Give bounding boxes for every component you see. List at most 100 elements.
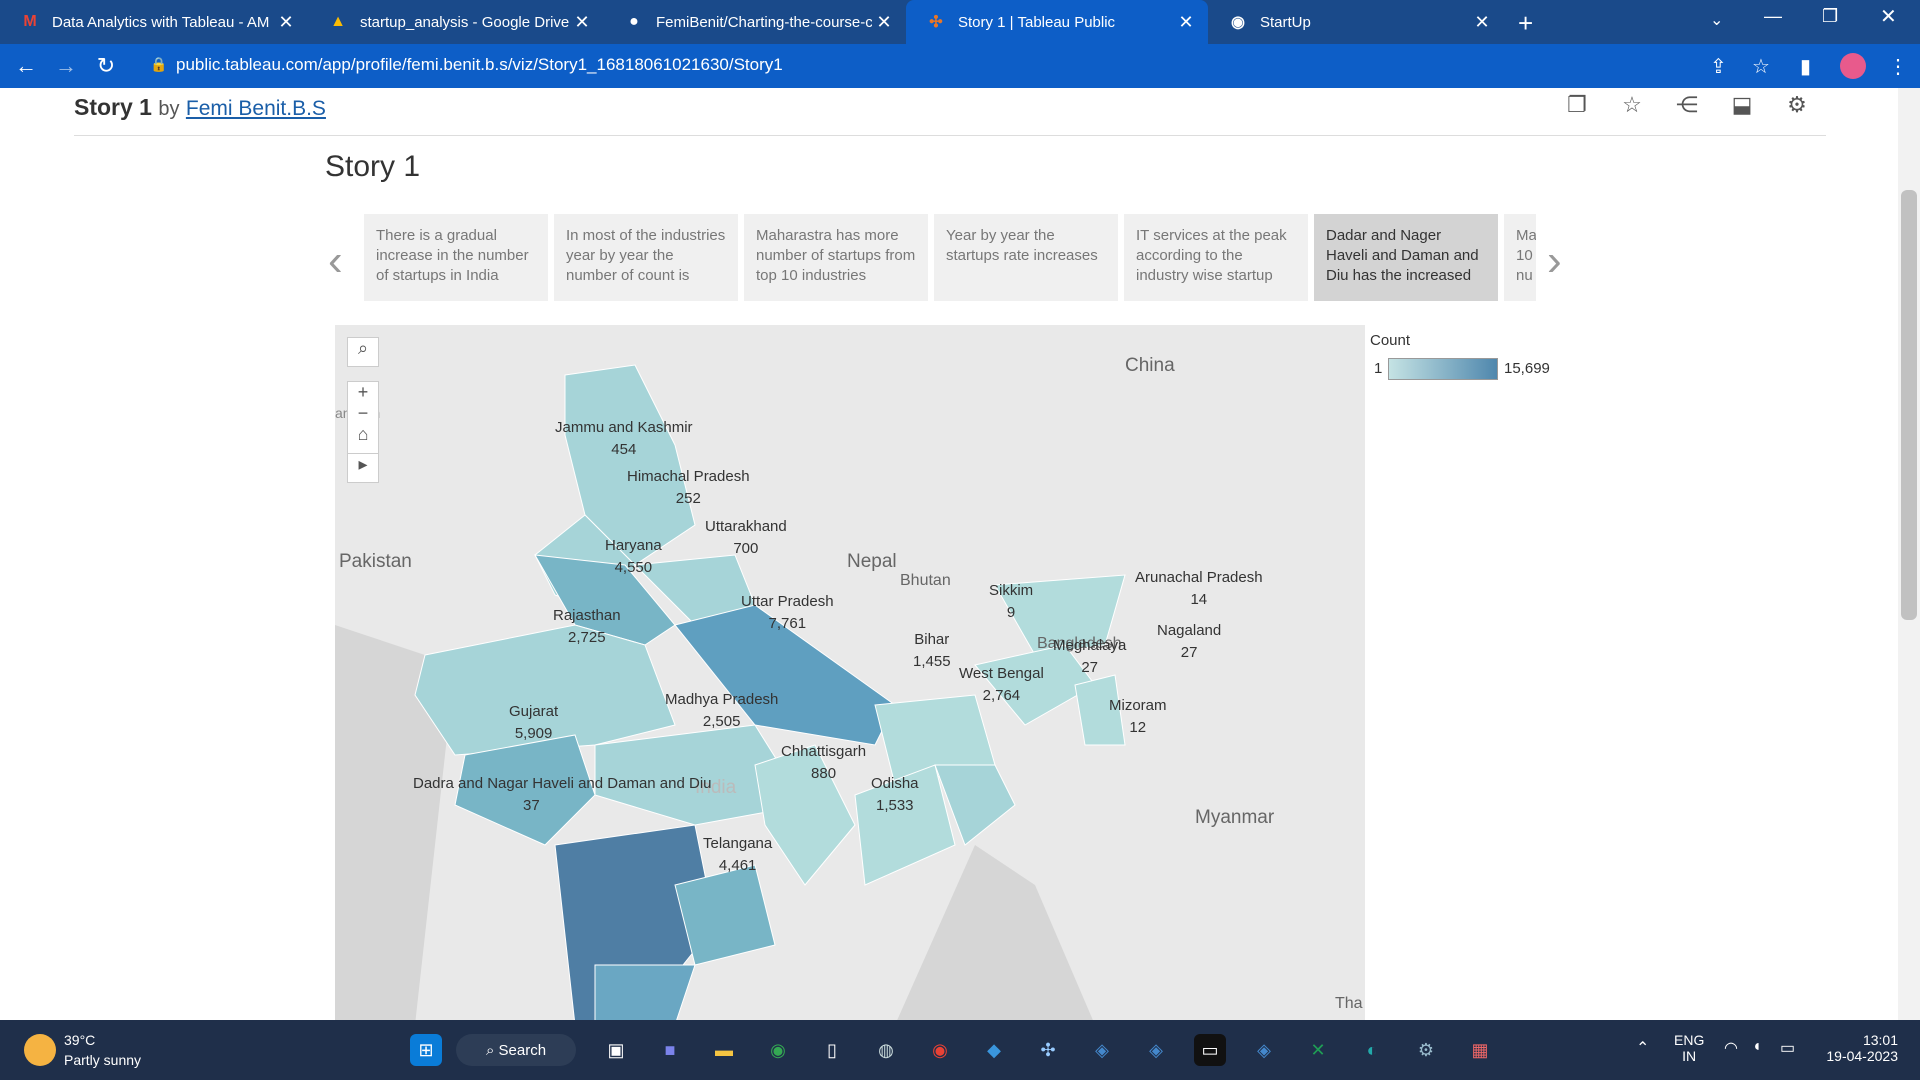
country-label: Nepal <box>847 551 897 572</box>
zoom-in-icon[interactable]: + <box>348 382 378 403</box>
close-icon[interactable]: ✕ <box>274 12 298 33</box>
country-label: China <box>1125 355 1175 376</box>
state-label: Dadra and Nagar Haveli and Daman and Diu… <box>413 775 712 814</box>
gmail-icon: M <box>23 13 37 30</box>
steam-icon[interactable]: ◍ <box>870 1034 902 1066</box>
new-tab-button[interactable]: + <box>1518 8 1533 39</box>
story-point[interactable]: IT services at the peak according to the… <box>1124 214 1308 301</box>
tray-chevron-icon[interactable]: ⌃ <box>1636 1038 1649 1058</box>
settings-icon[interactable]: ⚙ <box>1410 1034 1442 1066</box>
taskbar-search[interactable]: ⌕ Search <box>456 1034 576 1066</box>
forward-icon[interactable]: → <box>52 52 80 80</box>
share-icon[interactable]: ⇪ <box>1710 54 1727 79</box>
story-point[interactable]: Ma 10 nu <box>1504 214 1536 301</box>
state-label: Rajasthan 2,725 <box>553 607 621 646</box>
state-label: Jammu and Kashmir 454 <box>555 419 693 458</box>
lock-icon: 🔒 <box>150 56 168 72</box>
wifi-icon[interactable]: ◠ <box>1724 1038 1738 1058</box>
story-point-active[interactable]: Dadar and Nager Haveli and Daman and Diu… <box>1314 214 1498 301</box>
avatar[interactable] <box>1840 53 1866 79</box>
github-icon: ● <box>629 13 639 30</box>
back-icon[interactable]: ← <box>12 52 40 80</box>
reload-icon[interactable]: ↻ <box>92 52 120 80</box>
close-icon[interactable]: ✕ <box>570 12 594 33</box>
state-label: Uttarakhand 700 <box>705 518 787 557</box>
globe-icon: ◉ <box>1231 14 1245 31</box>
page-content: Story 1 by Femi Benit.B.S ❐ ☆ ⋲ ⬓ ⚙ Stor… <box>0 88 1920 1020</box>
weather-icon <box>24 1034 56 1066</box>
state-label: Sikkim 9 <box>989 582 1034 621</box>
app-icon[interactable]: ◈ <box>1248 1034 1280 1066</box>
state-label: Uttar Pradesh 7,761 <box>741 593 834 632</box>
state-label: Odisha 1,533 <box>871 775 919 814</box>
legend-max: 15,699 <box>1504 360 1550 377</box>
next-story-arrow[interactable]: › <box>1547 236 1562 286</box>
share-icon[interactable]: ⋲ <box>1672 92 1702 122</box>
download-icon[interactable]: ⬓ <box>1727 92 1757 122</box>
state-label: Himachal Pradesh 252 <box>627 468 750 507</box>
favorite-icon[interactable]: ☆ <box>1617 92 1647 122</box>
tab-drive[interactable]: ▲ startup_analysis - Google Drive ✕ <box>308 0 604 44</box>
menu-icon[interactable]: ⋮ <box>1888 54 1908 79</box>
zoom-out-icon[interactable]: − <box>348 403 378 424</box>
author-link[interactable]: Femi Benit.B.S <box>186 97 326 120</box>
state-label: Arunachal Pradesh 14 <box>1135 569 1263 608</box>
battery-icon[interactable]: ▭ <box>1780 1038 1795 1058</box>
restore-button[interactable]: ❐ <box>1822 6 1838 27</box>
url-field[interactable]: public.tableau.com/app/profile/femi.beni… <box>176 55 783 75</box>
tab-search-icon[interactable]: ⌄ <box>1710 10 1723 30</box>
story-point[interactable]: In most of the industries year by year t… <box>554 214 738 301</box>
home-icon[interactable]: ⌂ <box>348 424 378 445</box>
close-icon[interactable]: ✕ <box>1470 12 1494 33</box>
side-panel-icon[interactable]: ▮ <box>1800 54 1811 79</box>
tab-tableau[interactable]: ✣ Story 1 | Tableau Public ✕ <box>906 0 1208 44</box>
india-map[interactable]: China Pakistan Nepal Bangladesh Myanmar … <box>335 325 1365 1020</box>
teams-icon[interactable]: ■ <box>654 1034 686 1066</box>
copy-icon[interactable]: ❐ <box>1562 92 1592 122</box>
story-point[interactable]: Year by year the startups rate increases <box>934 214 1118 301</box>
file-explorer-icon[interactable]: ▬ <box>708 1034 740 1066</box>
edge-icon[interactable]: ◐ <box>1356 1034 1388 1066</box>
clock[interactable]: 13:01 19-04-2023 <box>1818 1032 1898 1064</box>
volume-icon[interactable]: ◖ <box>1752 1038 1762 1056</box>
country-label: Tha <box>1335 995 1363 1012</box>
app-icon[interactable]: ◈ <box>1140 1034 1172 1066</box>
legend-min: 1 <box>1374 360 1383 377</box>
settings-icon[interactable]: ⚙ <box>1782 92 1812 122</box>
story-point[interactable]: Maharastra has more number of startups f… <box>744 214 928 301</box>
app-icon[interactable]: ✣ <box>1032 1034 1064 1066</box>
vscode-icon[interactable]: ◆ <box>978 1034 1010 1066</box>
app-icon[interactable]: ▦ <box>1464 1034 1496 1066</box>
pan-icon[interactable]: ▸ <box>347 453 379 483</box>
state-label: West Bengal 2,764 <box>959 665 1044 704</box>
country-label: Pakistan <box>339 551 412 572</box>
country-label: Bhutan <box>900 572 951 589</box>
windows-start-icon[interactable]: ⊞ <box>410 1034 442 1066</box>
terminal-icon[interactable]: ▭ <box>1194 1034 1226 1066</box>
bookmark-star-icon[interactable]: ☆ <box>1752 54 1770 79</box>
app-icon[interactable]: ◈ <box>1086 1034 1118 1066</box>
excel-icon[interactable]: ✕ <box>1302 1034 1334 1066</box>
state-label: Madhya Pradesh 2,505 <box>665 691 779 730</box>
language-indicator[interactable]: ENG IN <box>1674 1032 1704 1064</box>
tab-startup[interactable]: ◉ StartUp ✕ <box>1208 0 1504 44</box>
state-label: Meghalaya 27 <box>1053 637 1127 676</box>
tableau-icon: ✣ <box>929 14 943 31</box>
state-label: Haryana 4,550 <box>605 537 662 576</box>
close-icon[interactable]: ✕ <box>1174 12 1198 33</box>
window-close-button[interactable]: ✕ <box>1880 4 1897 29</box>
state-label: Nagaland 27 <box>1157 622 1222 661</box>
file-icon[interactable]: ▯ <box>816 1034 848 1066</box>
search-icon[interactable]: ⌕ <box>347 337 379 367</box>
chrome-active-icon[interactable]: ◉ <box>924 1034 956 1066</box>
prev-story-arrow[interactable]: ‹ <box>328 236 343 286</box>
scrollbar-thumb[interactable] <box>1901 190 1917 620</box>
chrome-icon[interactable]: ◉ <box>762 1034 794 1066</box>
story-point[interactable]: There is a gradual increase in the numbe… <box>364 214 548 301</box>
tab-strip: M Data Analytics with Tableau - AM ✕ ▲ s… <box>0 0 1920 44</box>
close-icon[interactable]: ✕ <box>872 12 896 33</box>
tab-github[interactable]: ● FemiBenit/Charting-the-course-c ✕ <box>604 0 906 44</box>
minimize-button[interactable]: — <box>1764 6 1782 27</box>
task-view-icon[interactable]: ▣ <box>600 1034 632 1066</box>
tab-gmail[interactable]: M Data Analytics with Tableau - AM ✕ <box>0 0 308 44</box>
